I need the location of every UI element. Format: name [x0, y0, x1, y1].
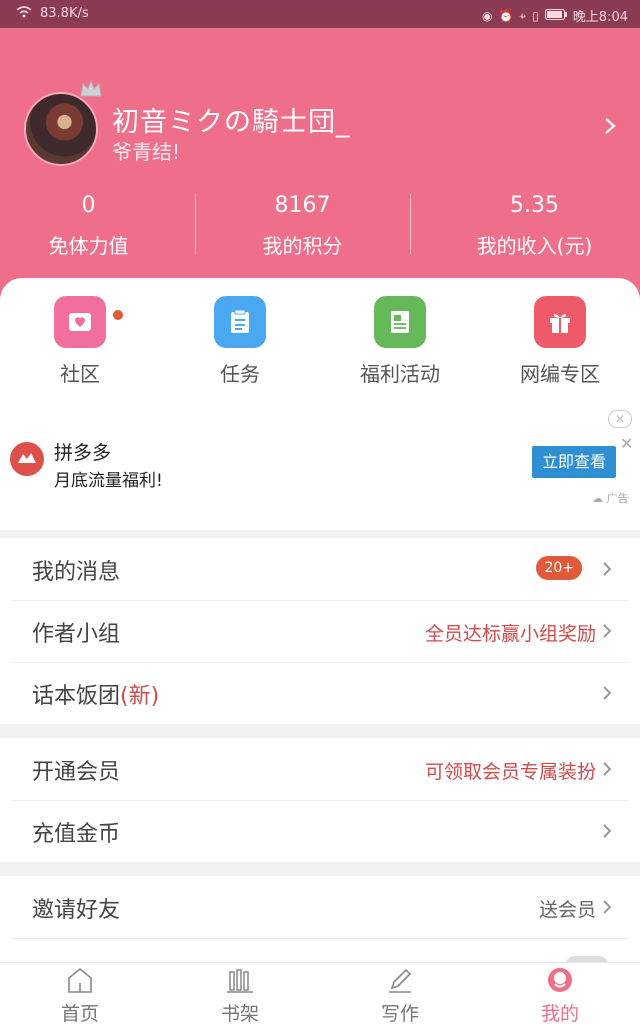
menu-item-label: 话本饭团(新) — [32, 678, 159, 710]
chevron-right-icon — [603, 686, 612, 700]
menu-item-membership[interactable]: 开通会员 可领取会员专属装扮 — [0, 738, 640, 800]
nav-profile[interactable]: 我的 — [480, 965, 640, 1024]
ad-title: 拼多多 — [54, 442, 112, 464]
bookshelf-icon — [227, 969, 253, 993]
quick-action-label: 福利活动 — [360, 362, 440, 386]
quick-action-editor-zone[interactable]: 网编专区 — [480, 296, 640, 387]
quick-action-benefits[interactable]: 福利活动 — [320, 296, 480, 387]
status-bar: 83.8K/s ◉ ⏰ ⌖ ▯ 晚上8:04 — [0, 0, 640, 28]
home-icon — [68, 967, 92, 993]
stat-label: 我的收入(元) — [476, 234, 593, 258]
notification-dot — [113, 310, 123, 320]
close-icon[interactable]: ✕ — [608, 410, 632, 428]
quick-action-label: 网编专区 — [520, 362, 600, 386]
clock-time: 晚上8:04 — [572, 10, 628, 25]
profile-icon — [548, 968, 572, 992]
menu-item-label: 充值金币 — [32, 822, 121, 847]
chevron-right-icon[interactable] — [600, 116, 620, 136]
chevron-right-icon — [603, 624, 612, 638]
wifi-icon — [16, 6, 32, 21]
document-icon — [374, 296, 426, 348]
close-icon[interactable]: ✕ — [620, 434, 633, 453]
quick-action-community[interactable]: 社区 — [0, 296, 160, 387]
unread-badge: 20+ — [536, 556, 582, 580]
ad-description: 月底流量福利! — [54, 471, 163, 491]
stat-value: 5.35 — [510, 193, 559, 218]
network-speed: 83.8K/s — [40, 6, 89, 21]
ad-label: ☁ 广告 — [592, 492, 629, 505]
quick-action-label: 任务 — [220, 362, 260, 386]
vibrate-icon: ▯ — [532, 8, 539, 23]
menu-item-partial[interactable] — [0, 938, 640, 962]
bottom-nav: 首页 书架 写作 我的 — [0, 962, 640, 1024]
menu-item-promo: 送会员 — [538, 899, 596, 921]
menu-section-membership: 开通会员 可领取会员专属装扮 充值金币 — [0, 738, 640, 862]
nav-bookshelf[interactable]: 书架 — [160, 965, 320, 1024]
menu-item-label: 邀请好友 — [32, 898, 121, 923]
quick-actions: 社区 任务 福利活动 网编专区 — [0, 278, 640, 390]
location-icon: ⌖ — [519, 8, 527, 23]
stats-bar: 0 免体力值 8167 我的积分 5.35 我的收入(元) — [0, 188, 640, 268]
chevron-right-icon — [603, 762, 612, 776]
menu-item-label: 作者小组 — [32, 622, 121, 647]
menu-item-messages[interactable]: 我的消息 20+ — [0, 538, 640, 600]
stat-points[interactable]: 8167 我的积分 — [196, 188, 409, 259]
battery-icon — [544, 8, 567, 23]
menu-item-label: 我的消息 — [32, 560, 121, 585]
chevron-right-icon — [603, 562, 612, 576]
nav-label: 书架 — [220, 1003, 259, 1024]
new-tag: (新) — [120, 684, 160, 709]
quick-action-label: 社区 — [60, 362, 100, 386]
username[interactable]: 初音ミクの騎士団_ — [112, 100, 351, 139]
nav-label: 我的 — [540, 1003, 579, 1024]
menu-item-text: 话本饭团 — [32, 684, 121, 709]
chevron-right-icon — [603, 900, 612, 914]
menu-item-recharge[interactable]: 充值金币 — [0, 800, 640, 862]
clipboard-icon — [214, 296, 266, 348]
app-logo-icon — [10, 442, 44, 476]
menu-section-messages: 我的消息 20+ 作者小组 全员达标赢小组奖励 话本饭团(新) — [0, 538, 640, 724]
stat-label: 免体力值 — [48, 234, 129, 258]
ad-mark-text: 广告 — [606, 492, 629, 505]
nav-label: 写作 — [380, 1003, 419, 1024]
menu-item-promo: 可领取会员专属装扮 — [424, 761, 596, 783]
menu-item-invite[interactable]: 邀请好友 送会员 — [0, 876, 640, 938]
nav-home[interactable]: 首页 — [0, 965, 160, 1024]
profile-header: 初音ミクの騎士団_ 爷青结! 0 免体力值 8167 我的积分 5.35 我的收… — [0, 28, 640, 318]
quick-action-tasks[interactable]: 任务 — [160, 296, 320, 387]
divider — [410, 194, 411, 254]
menu-item-author-group[interactable]: 作者小组 全员达标赢小组奖励 — [0, 600, 640, 662]
menu-section-invite: 邀请好友 送会员 — [0, 876, 640, 962]
stat-income[interactable]: 5.35 我的收入(元) — [428, 188, 640, 259]
pen-icon — [389, 968, 412, 993]
stat-stamina[interactable]: 0 免体力值 — [0, 188, 195, 259]
chevron-right-icon — [603, 824, 612, 838]
menu-item-label: 开通会员 — [32, 760, 121, 785]
stat-value: 8167 — [274, 193, 331, 218]
heart-mail-icon — [54, 296, 106, 348]
ad-view-button[interactable]: 立即查看 — [532, 446, 616, 478]
stat-value: 0 — [81, 193, 96, 218]
stat-label: 我的积分 — [262, 234, 343, 258]
nav-write[interactable]: 写作 — [320, 965, 480, 1024]
menu-item-fan-club[interactable]: 话本饭团(新) — [0, 662, 640, 724]
menu-item-promo: 全员达标赢小组奖励 — [424, 623, 596, 645]
signature: 爷青结! — [112, 140, 181, 164]
gift-icon — [534, 296, 586, 348]
ad-banner[interactable]: ✕ ✕ 拼多多 月底流量福利! 立即查看 ☁ 广告 — [0, 390, 640, 530]
avatar[interactable] — [24, 92, 98, 166]
eye-icon: ◉ — [481, 8, 493, 23]
crown-icon — [80, 79, 102, 97]
alarm-icon: ⏰ — [498, 8, 514, 23]
nav-label: 首页 — [60, 1003, 99, 1024]
